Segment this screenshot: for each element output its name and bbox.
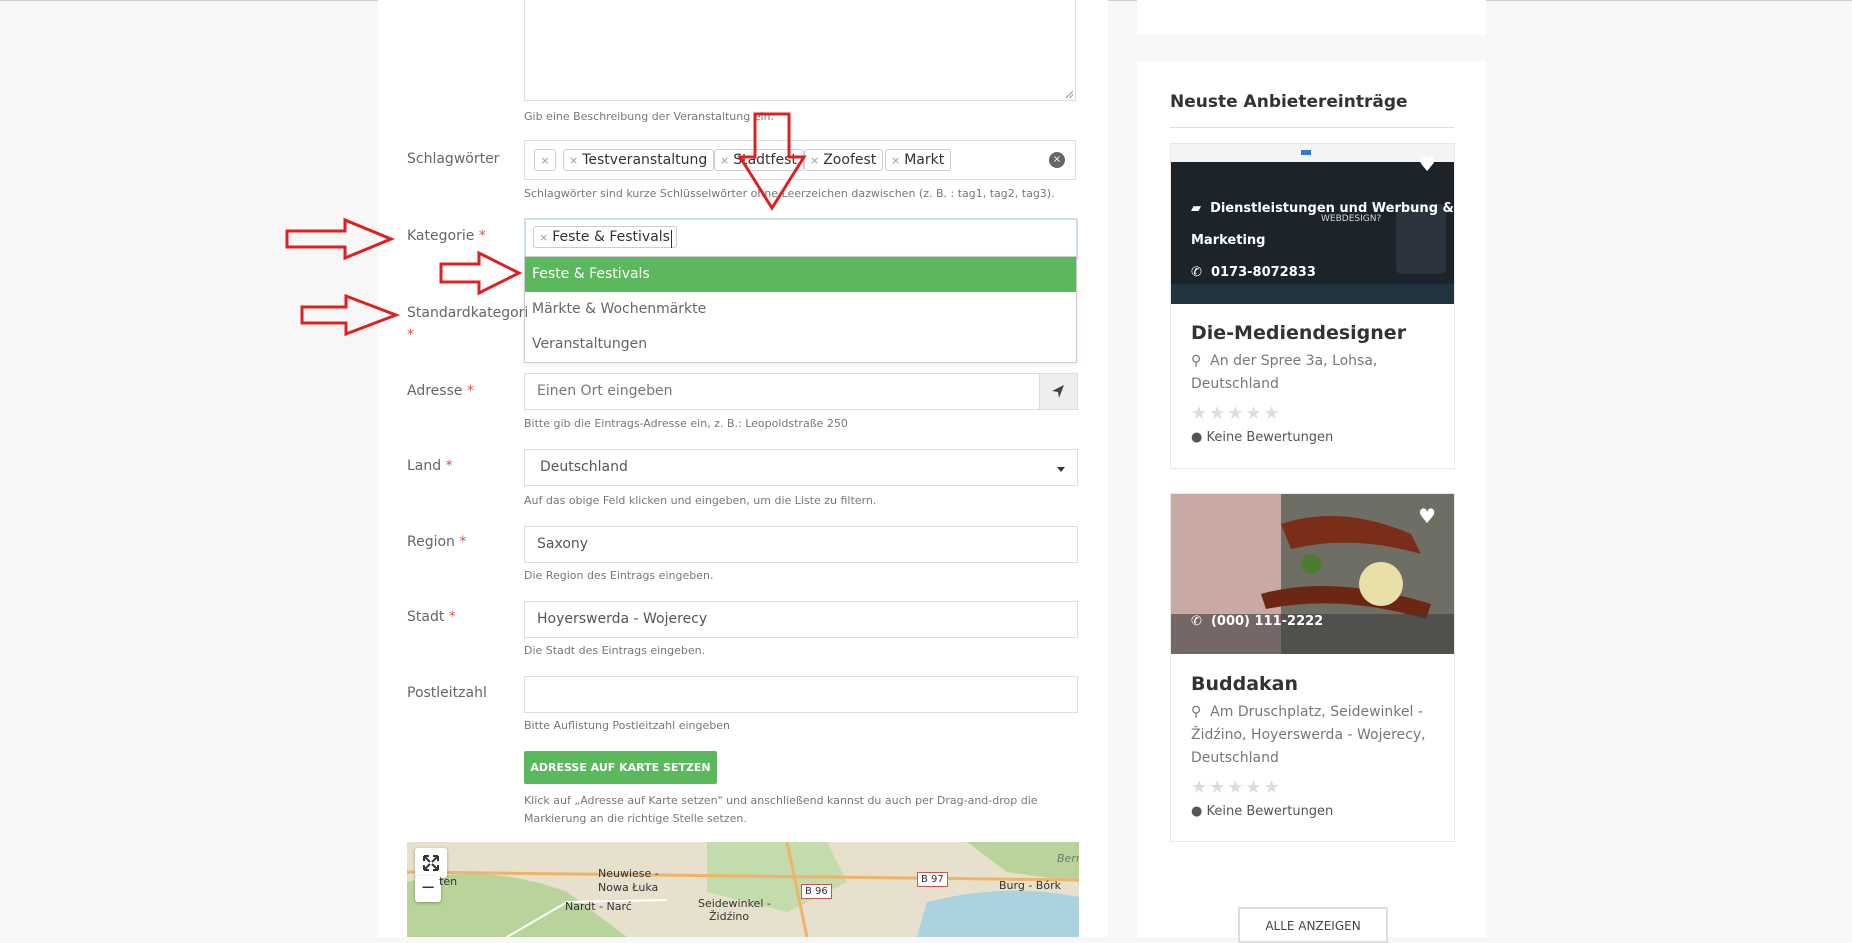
option-veranstaltungen[interactable]: Veranstaltungen <box>525 327 1076 362</box>
listing-name[interactable]: Die-Mediendesigner <box>1191 322 1406 344</box>
reviews-count: ● Keine Bewertungen <box>1191 430 1334 445</box>
map[interactable]: − Neuwiese - Nowa Łuka Nardt - Narć Seid… <box>407 842 1079 937</box>
address-help: Bitte gib die Eintrags-Adresse ein, z. B… <box>524 417 848 430</box>
map-marker-icon: ⚲ <box>1191 353 1202 369</box>
sidebar-top-widget <box>1137 0 1486 35</box>
region-input[interactable]: Saxony <box>524 526 1078 563</box>
listing-image-art <box>1171 144 1454 304</box>
sidebar-divider <box>1170 127 1454 128</box>
country-select[interactable]: Deutschland <box>524 449 1078 486</box>
phone-line: ✆ (000) 111-2222 <box>1191 614 1324 629</box>
city-label: Stadt * <box>407 609 456 625</box>
address-label: Adresse * <box>407 383 474 399</box>
region-help: Die Region des Eintrags eingeben. <box>524 569 714 582</box>
category-line-2: Marketing <box>1191 233 1266 248</box>
phone-icon: ✆ <box>1191 265 1202 280</box>
description-textarea[interactable] <box>524 0 1076 101</box>
remove-icon[interactable]: × <box>569 154 578 167</box>
favorite-heart-icon[interactable]: ♥ <box>1418 504 1436 528</box>
listing-image[interactable]: ♥ ✆ (000) 111-2222 <box>1171 494 1454 654</box>
category-input[interactable]: × Feste & Festivals <box>524 218 1078 260</box>
postal-input[interactable] <box>524 676 1078 713</box>
arrow-annotation-icon <box>439 250 523 296</box>
map-help: Klick auf „Adresse auf Karte setzen" und… <box>524 794 1038 825</box>
phone-icon: ✆ <box>1191 614 1202 629</box>
city-help: Die Stadt des Eintrags eingeben. <box>524 644 706 657</box>
map-label: Neuwiese - <box>598 867 659 880</box>
default-category-label: Standardkategorie <box>407 305 527 321</box>
zoom-out-button[interactable]: − <box>415 876 441 902</box>
phone-line: ✆ 0173-8072833 <box>1191 265 1316 280</box>
category-dropdown: Feste & Festivals Märkte & Wochenmärkte … <box>524 256 1077 363</box>
category-line: ▰ Dienstleistungen und Werbung & <box>1191 201 1454 216</box>
city-input[interactable]: Hoyerswerda - Wojerecy <box>524 601 1078 638</box>
default-category-required: * <box>407 327 414 343</box>
tag-markt[interactable]: × Markt <box>885 149 952 171</box>
road-badge: B 96 <box>801 884 832 899</box>
text-cursor <box>671 230 672 248</box>
map-label: Nardt - Narć <box>565 900 632 913</box>
remove-icon[interactable]: × <box>720 154 729 167</box>
map-label: Nowa Łuka <box>598 881 659 894</box>
tag-feste-festivals[interactable]: × Feste & Festivals <box>533 226 677 248</box>
fullscreen-button[interactable] <box>415 848 447 878</box>
sidebar-title: Neuste Anbietereinträge <box>1170 92 1408 112</box>
map-label: Bern <box>1057 852 1079 865</box>
expand-icon <box>423 855 439 871</box>
listing-address: ⚲ Am Druschplatz, Seidewinkel - Židźino,… <box>1191 704 1426 766</box>
listing-image[interactable]: WEBDESIGN? ♥ ▰ Dienstleistungen und Werb… <box>1171 144 1454 304</box>
rating-stars: ★★★★★ <box>1191 403 1282 424</box>
option-maerkte[interactable]: Märkte & Wochenmärkte <box>525 292 1076 327</box>
locate-button[interactable] <box>1039 374 1077 409</box>
postal-label: Postleitzahl <box>407 685 487 701</box>
listing-image-art <box>1171 494 1454 654</box>
tag-zoofest[interactable]: × Zoofest <box>804 149 884 171</box>
remove-icon[interactable]: × <box>539 231 548 244</box>
clear-all-icon[interactable]: × <box>1049 152 1065 168</box>
remove-icon[interactable]: × <box>540 154 549 167</box>
description-help: Gib eine Beschreibung der Veranstaltung … <box>524 110 775 123</box>
listing-address: ⚲ An der Spree 3a, Lohsa, Deutschland <box>1191 353 1378 392</box>
postal-help: Bitte Auflistung Postleitzahl eingeben <box>524 719 730 732</box>
set-address-button[interactable]: ADRESSE AUF KARTE SETZEN <box>524 751 717 784</box>
folder-icon: ▰ <box>1191 201 1201 216</box>
map-label: Seidewinkel - <box>698 897 771 910</box>
remove-icon[interactable]: × <box>891 154 900 167</box>
keywords-label: Schlagwörter <box>407 151 500 167</box>
option-feste-festivals[interactable]: Feste & Festivals <box>525 257 1076 292</box>
show-all-button[interactable]: ALLE ANZEIGEN <box>1238 907 1388 943</box>
address-input[interactable]: Einen Ort eingeben <box>524 373 1078 410</box>
remove-icon[interactable]: × <box>810 154 819 167</box>
listing-card[interactable]: ♥ ✆ (000) 111-2222 Buddakan ⚲ Am Druschp… <box>1170 493 1455 842</box>
arrow-annotation-icon <box>737 112 807 211</box>
listing-name[interactable]: Buddakan <box>1191 673 1298 695</box>
reviews-count: ● Keine Bewertungen <box>1191 804 1334 819</box>
arrow-annotation-icon <box>285 217 395 261</box>
map-label: ten <box>439 875 458 888</box>
map-label: Burg - Bórk <box>999 879 1061 892</box>
map-label: Židźino <box>709 910 750 923</box>
tag-empty[interactable]: × <box>534 149 556 171</box>
location-arrow-icon <box>1052 385 1064 398</box>
favorite-heart-icon[interactable]: ♥ <box>1418 152 1436 176</box>
tag-testveranstaltung[interactable]: × Testveranstaltung <box>563 149 715 171</box>
comment-icon: ● <box>1191 430 1203 445</box>
category-label: Kategorie * <box>407 228 486 244</box>
map-marker-icon: ⚲ <box>1191 704 1202 720</box>
arrow-annotation-icon <box>300 293 401 337</box>
rating-stars: ★★★★★ <box>1191 777 1282 798</box>
comment-icon: ● <box>1191 804 1203 819</box>
chevron-down-icon <box>1057 467 1065 472</box>
country-label: Land * <box>407 458 453 474</box>
country-help: Auf das obige Feld klicken und eingeben,… <box>524 494 877 507</box>
region-label: Region * <box>407 534 467 550</box>
road-badge: B 97 <box>917 872 948 887</box>
listing-card[interactable]: WEBDESIGN? ♥ ▰ Dienstleistungen und Werb… <box>1170 143 1455 469</box>
